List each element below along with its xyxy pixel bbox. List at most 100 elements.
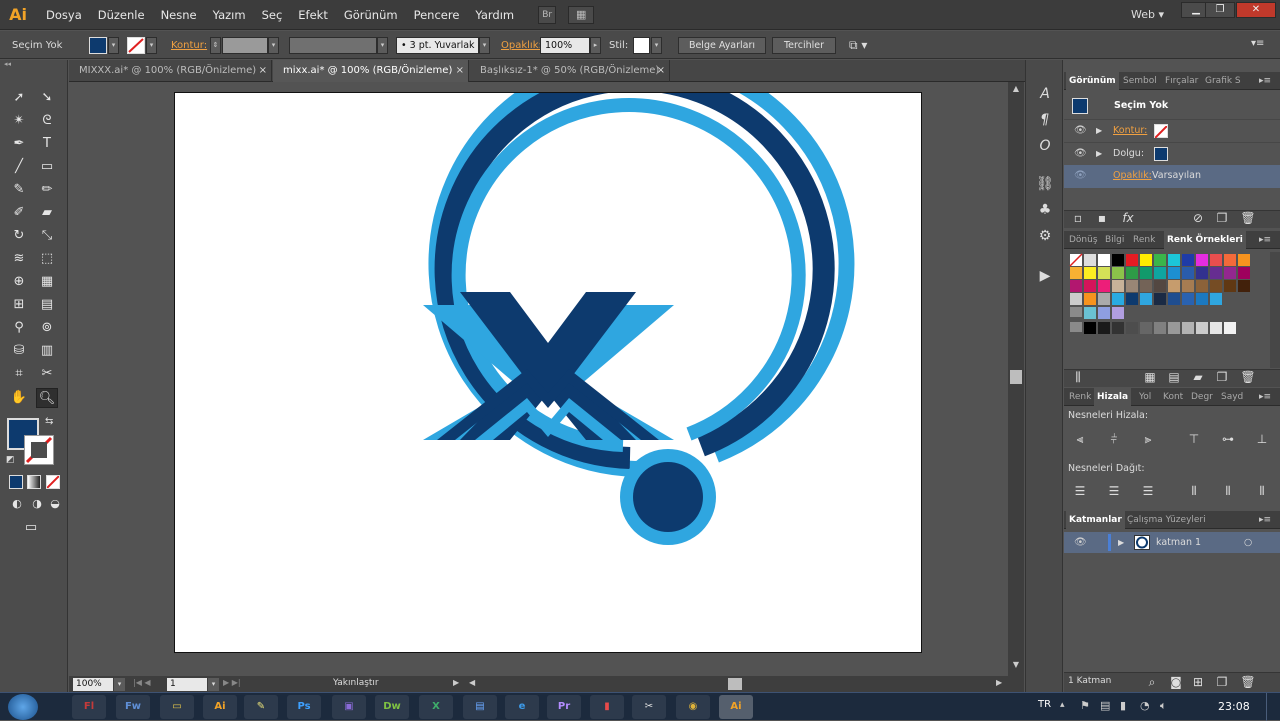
- swap-colors-icon[interactable]: ⇆: [45, 416, 53, 427]
- selection-tool-icon[interactable]: ➚: [8, 88, 30, 108]
- workspace-switcher[interactable]: Web ▾: [1131, 8, 1164, 21]
- color-mode-icon[interactable]: [9, 475, 23, 489]
- network-icon[interactable]: ▤: [1100, 699, 1110, 712]
- layer-row[interactable]: 👁︎ ▶ katman 1 ○: [1064, 532, 1280, 553]
- duplicate-icon[interactable]: ❐: [1214, 211, 1230, 225]
- tab-yol[interactable]: Yol: [1136, 388, 1154, 406]
- align-hcenter-icon[interactable]: ⫩: [1106, 432, 1122, 446]
- rotate-tool-icon[interactable]: ↻: [8, 226, 30, 246]
- gradient-mode-icon[interactable]: [27, 475, 41, 489]
- taskbar-app-10[interactable]: e: [505, 695, 539, 719]
- opacity-dropdown[interactable]: ▸: [590, 37, 601, 54]
- show-kinds-icon[interactable]: ▦: [1142, 370, 1158, 384]
- trash-icon[interactable]: 🗑︎: [1240, 211, 1256, 225]
- panel-menu-icon[interactable]: ▸≡: [1256, 231, 1274, 249]
- close-icon[interactable]: ×: [456, 60, 464, 82]
- eye-icon[interactable]: 👁︎: [1074, 165, 1087, 187]
- shape-builder-tool-icon[interactable]: ⊕: [8, 272, 30, 292]
- restore-button[interactable]: ❐: [1205, 2, 1235, 18]
- expand-icon[interactable]: ▶: [1096, 143, 1102, 165]
- opacity-label[interactable]: Opaklık:: [501, 40, 542, 51]
- style-dropdown[interactable]: ▾: [651, 37, 662, 54]
- distribute-right-icon[interactable]: ⦀: [1254, 484, 1270, 498]
- menu-efekt[interactable]: Efekt: [290, 8, 336, 22]
- taskbar-app-3[interactable]: Ai: [203, 695, 237, 719]
- none-mode-icon[interactable]: [46, 475, 60, 489]
- page-field[interactable]: 1: [167, 678, 207, 691]
- fill-swatch[interactable]: [89, 37, 107, 54]
- fill-swatch[interactable]: [1154, 147, 1168, 161]
- slice-tool-icon[interactable]: ✂: [36, 364, 58, 384]
- close-button[interactable]: ✕: [1236, 2, 1276, 18]
- fx-icon[interactable]: fx: [1120, 211, 1136, 225]
- trash-icon[interactable]: 🗑︎: [1240, 370, 1256, 384]
- locate-object-icon[interactable]: ⌕: [1144, 675, 1160, 689]
- control-menu-icon[interactable]: ▾≡: [1251, 38, 1264, 49]
- screen-mode-icon[interactable]: ▭: [20, 518, 42, 538]
- tab-saydamlik[interactable]: Sayd: [1218, 388, 1246, 406]
- target-icon[interactable]: ○: [1244, 532, 1252, 553]
- graph-tool-icon[interactable]: ▥: [36, 341, 58, 361]
- taskbar-app-15[interactable]: Ai: [719, 695, 753, 719]
- lasso-tool-icon[interactable]: ᘓ: [36, 111, 58, 131]
- mx-logo[interactable]: [175, 51, 923, 654]
- panel-menu-icon[interactable]: ▸≡: [1256, 511, 1274, 529]
- stroke-color-box[interactable]: [24, 435, 54, 465]
- gradient-tool-icon[interactable]: ▤: [36, 295, 58, 315]
- swatch-libraries-icon[interactable]: ⫼: [1070, 370, 1086, 384]
- stroke-dropdown[interactable]: ▾: [146, 37, 157, 54]
- horizontal-scroll-thumb[interactable]: [728, 678, 742, 690]
- draw-inside-icon[interactable]: ◒: [44, 494, 66, 514]
- swatch-grid[interactable]: [1068, 252, 1268, 368]
- first-page-icon[interactable]: |◀ ◀: [133, 678, 151, 687]
- taskbar-app-12[interactable]: ▮: [590, 695, 624, 719]
- blob-brush-tool-icon[interactable]: ✐: [8, 203, 30, 223]
- align-bottom-icon[interactable]: ⊥: [1254, 432, 1270, 446]
- scroll-down-icon[interactable]: ▼: [1010, 660, 1022, 672]
- taskbar-app-14[interactable]: ◉: [676, 695, 710, 719]
- taskbar-app-13[interactable]: ✂: [632, 695, 666, 719]
- add-stroke-icon[interactable]: ▫: [1070, 211, 1086, 225]
- tab-mixxx[interactable]: MIXXX.ai* @ 100% (RGB/Önizleme) ×: [69, 60, 272, 82]
- page-dropdown[interactable]: ▾: [208, 678, 219, 691]
- blend-tool-icon[interactable]: ⊚: [36, 318, 58, 338]
- brush-dropdown[interactable]: ▾: [479, 37, 490, 54]
- links-panel-icon[interactable]: ⛓: [1034, 174, 1056, 194]
- trash-icon[interactable]: 🗑︎: [1240, 675, 1256, 689]
- tools-collapse-icon[interactable]: ◂◂: [4, 60, 64, 68]
- clock[interactable]: 23:08: [1218, 700, 1250, 713]
- eye-icon[interactable]: 👁︎: [1074, 120, 1087, 142]
- action-center-icon[interactable]: ⚑: [1080, 699, 1090, 712]
- menu-dosya[interactable]: Dosya: [38, 8, 90, 22]
- tray-arrow-icon[interactable]: ▴: [1060, 700, 1065, 710]
- eraser-tool-icon[interactable]: ▰: [36, 203, 58, 223]
- add-fill-icon[interactable]: ▪: [1094, 211, 1110, 225]
- tab-hizala[interactable]: Hizala: [1094, 388, 1132, 406]
- stroke-swatch[interactable]: [127, 37, 145, 54]
- warp-tool-icon[interactable]: ≋: [8, 249, 30, 269]
- menu-duzenle[interactable]: Düzenle: [90, 8, 153, 22]
- swatch-options-icon[interactable]: ▤: [1166, 370, 1182, 384]
- paragraph-panel-icon[interactable]: ¶: [1034, 110, 1056, 130]
- swatch-scrollbar[interactable]: [1270, 252, 1280, 368]
- distribute-hcenter-icon[interactable]: ⦀: [1220, 484, 1236, 498]
- line-tool-icon[interactable]: ╱: [8, 157, 30, 177]
- expand-icon[interactable]: ▶: [1096, 120, 1102, 142]
- taskbar-app-6[interactable]: ▣: [332, 695, 366, 719]
- taskbar-app-2[interactable]: ▭: [160, 695, 194, 719]
- distribute-vcenter-icon[interactable]: ☰: [1106, 484, 1122, 498]
- brush-field[interactable]: • 3 pt. Yuvarlak: [396, 37, 479, 54]
- scroll-up-icon[interactable]: ▲: [1010, 84, 1022, 96]
- appearance-fill-row[interactable]: 👁︎ ▶ Dolgu:: [1064, 142, 1280, 164]
- symbol-sprayer-tool-icon[interactable]: ⛁: [8, 341, 30, 361]
- taskbar-app-0[interactable]: Fl: [72, 695, 106, 719]
- show-desktop-button[interactable]: [1266, 693, 1280, 721]
- variable-width-field[interactable]: [289, 37, 377, 54]
- scroll-right-icon[interactable]: ▶: [996, 678, 1002, 687]
- perspective-grid-tool-icon[interactable]: ▦: [36, 272, 58, 292]
- pen-tool-icon[interactable]: ✒: [8, 134, 30, 154]
- type-tool-icon[interactable]: T: [36, 134, 58, 154]
- opacity-label[interactable]: Opaklık:: [1113, 165, 1152, 187]
- taskbar-app-1[interactable]: Fw: [116, 695, 150, 719]
- arrange-documents-button[interactable]: ▦: [568, 5, 595, 24]
